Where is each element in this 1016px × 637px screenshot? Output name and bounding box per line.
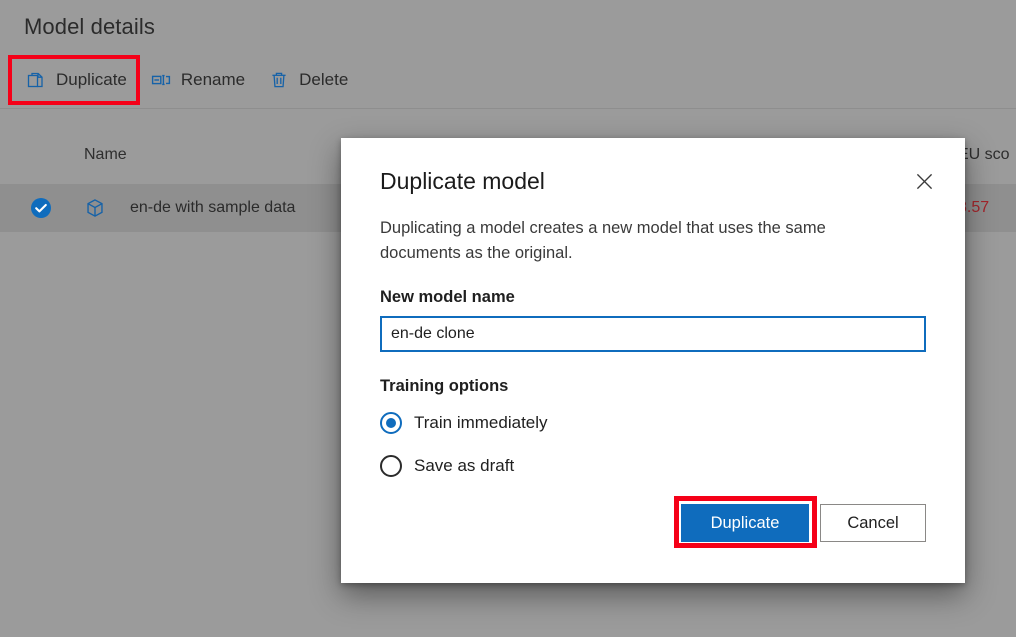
row-type-icon-cell	[84, 184, 110, 232]
training-options-label: Training options	[380, 377, 508, 396]
delete-icon	[269, 70, 289, 90]
delete-command-button[interactable]: Delete	[257, 56, 360, 104]
row-checkbox[interactable]	[30, 184, 56, 232]
check-circle-icon	[30, 197, 52, 219]
duplicate-command-label: Duplicate	[56, 70, 127, 90]
dialog-cancel-button[interactable]: Cancel	[820, 504, 926, 542]
radio-train-immediately[interactable]: Train immediately	[380, 412, 548, 434]
radio-train-immediately-label: Train immediately	[414, 413, 548, 433]
duplicate-icon	[26, 70, 46, 90]
command-bar: Duplicate Rename	[0, 56, 1016, 104]
new-model-name-input[interactable]	[380, 316, 926, 352]
radio-save-as-draft[interactable]: Save as draft	[380, 455, 514, 477]
rename-command-button[interactable]: Rename	[139, 56, 257, 104]
row-model-name: en-de with sample data	[130, 184, 295, 232]
page-title: Model details	[24, 14, 155, 40]
close-icon	[916, 173, 933, 190]
dialog-title: Duplicate model	[380, 168, 545, 195]
new-model-name-label: New model name	[380, 288, 515, 307]
close-button[interactable]	[907, 164, 941, 198]
column-header-name[interactable]: Name	[84, 146, 127, 164]
duplicate-command-button[interactable]: Duplicate	[14, 56, 139, 104]
duplicate-model-dialog: Duplicate model Duplicating a model crea…	[341, 138, 965, 583]
model-details-page: Model details Duplicate	[0, 0, 1016, 637]
package-icon	[84, 197, 106, 219]
dialog-duplicate-button[interactable]: Duplicate	[681, 504, 809, 542]
rename-command-label: Rename	[181, 70, 245, 90]
radio-selected-icon	[380, 412, 402, 434]
rename-icon	[151, 70, 171, 90]
column-header-bleu-score[interactable]: EU sco	[958, 146, 1010, 164]
command-bar-divider	[0, 108, 1016, 109]
radio-unselected-icon	[380, 455, 402, 477]
radio-save-as-draft-label: Save as draft	[414, 456, 514, 476]
dialog-description: Duplicating a model creates a new model …	[380, 216, 870, 266]
delete-command-label: Delete	[299, 70, 348, 90]
